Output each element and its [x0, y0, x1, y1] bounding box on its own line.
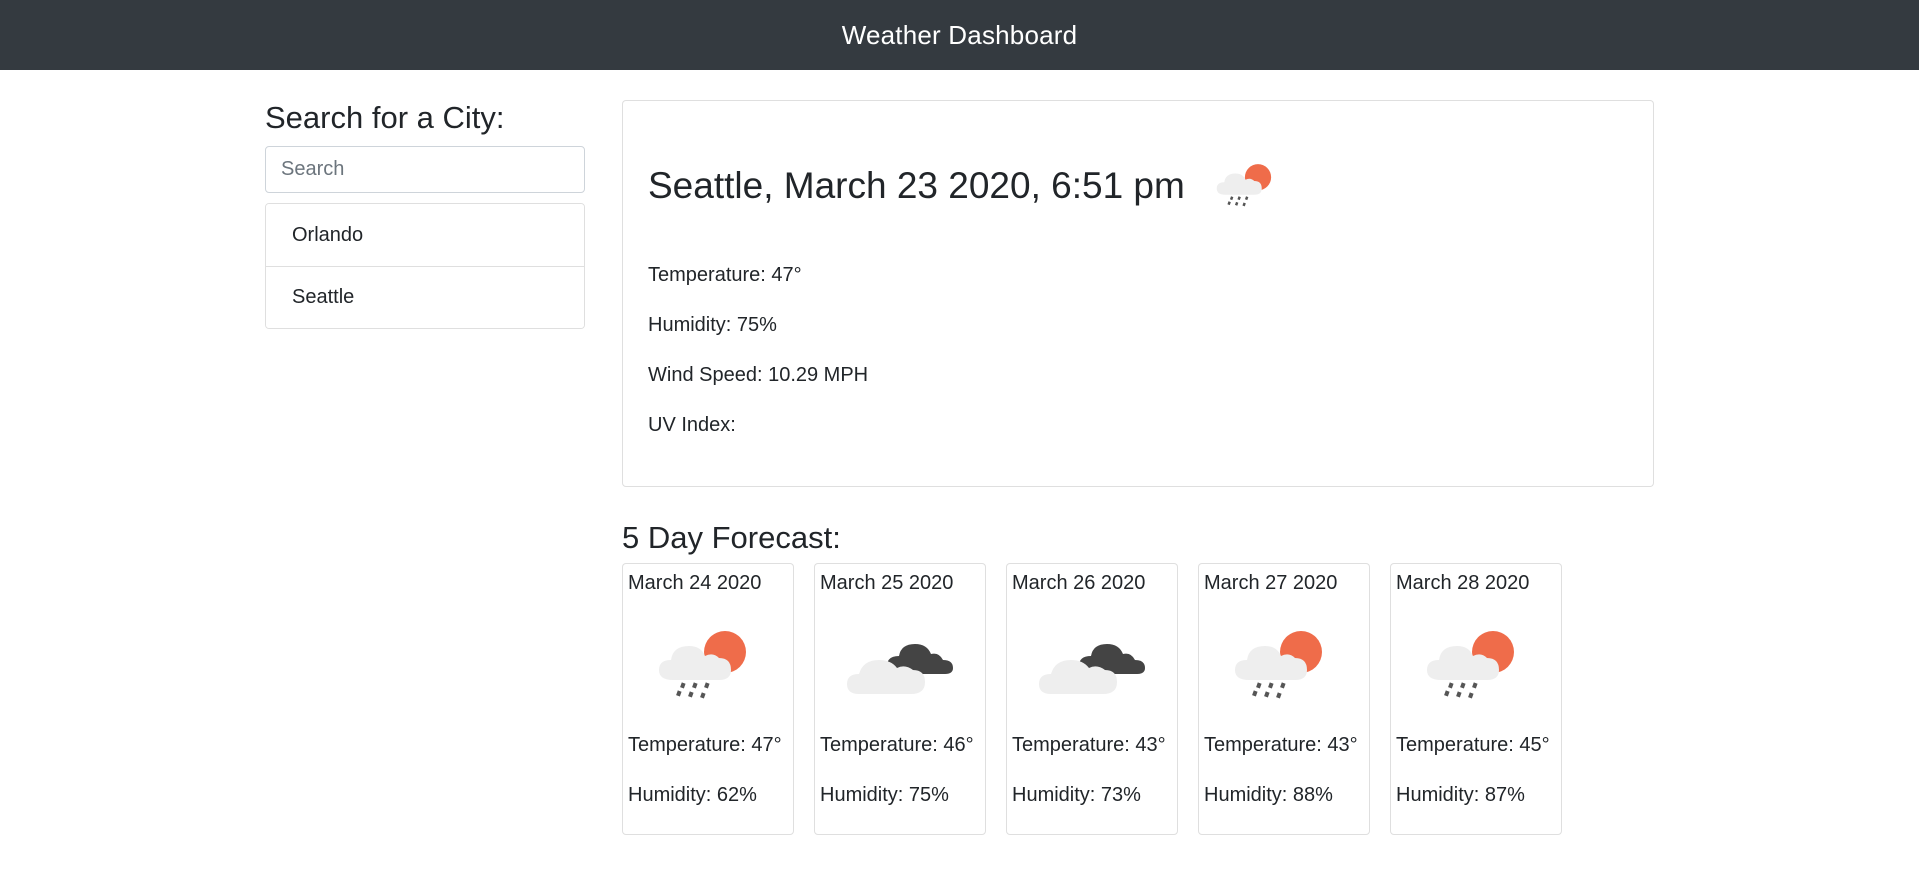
current-humidity: Humidity: 75%: [648, 314, 777, 336]
city-item-seattle[interactable]: Seattle: [266, 266, 584, 328]
current-title: Seattle, March 23 2020, 6:51 pm: [648, 165, 1185, 206]
navbar: Weather Dashboard: [0, 0, 1919, 70]
forecast-humidity: Humidity: 87%: [1396, 784, 1525, 806]
current-weather-card: Seattle, March 23 2020, 6:51 pm Temperat…: [622, 100, 1654, 487]
broken-clouds-icon: [1037, 628, 1149, 704]
forecast-temperature: Temperature: 45°: [1396, 734, 1550, 756]
search-input[interactable]: [265, 146, 585, 193]
forecast-humidity: Humidity: 75%: [820, 784, 949, 806]
city-list: Orlando Seattle: [265, 203, 585, 329]
forecast-card: March 25 2020 Temperature: 46° Humidity:…: [814, 563, 986, 835]
current-uv-index: UV Index:: [648, 414, 736, 436]
forecast-date: March 25 2020: [820, 572, 954, 594]
forecast-temperature: Temperature: 47°: [628, 734, 782, 756]
forecast-card: March 28 2020 Temperature: 45° Humidity:…: [1390, 563, 1562, 835]
current-wind-speed: Wind Speed: 10.29 MPH: [648, 364, 869, 386]
search-heading: Search for a City:: [265, 100, 505, 135]
rain-sun-icon: [1229, 628, 1341, 704]
forecast-temperature: Temperature: 46°: [820, 734, 974, 756]
forecast-humidity: Humidity: 73%: [1012, 784, 1141, 806]
forecast-date: March 28 2020: [1396, 572, 1530, 594]
forecast-heading: 5 Day Forecast:: [622, 520, 841, 555]
forecast-card: March 26 2020 Temperature: 43° Humidity:…: [1006, 563, 1178, 835]
rain-sun-icon: [1421, 628, 1533, 704]
rain-sun-icon: [653, 628, 765, 704]
forecast-humidity: Humidity: 62%: [628, 784, 757, 806]
broken-clouds-icon: [845, 628, 957, 704]
forecast-temperature: Temperature: 43°: [1012, 734, 1166, 756]
current-title-row: Seattle, March 23 2020, 6:51 pm: [648, 153, 1283, 219]
forecast-date: March 24 2020: [628, 572, 762, 594]
city-item-orlando[interactable]: Orlando: [266, 204, 584, 266]
rain-sun-icon: [1213, 153, 1283, 219]
forecast-temperature: Temperature: 43°: [1204, 734, 1358, 756]
app-title: Weather Dashboard: [841, 19, 1078, 50]
forecast-humidity: Humidity: 88%: [1204, 784, 1333, 806]
forecast-card: March 27 2020 Temperature: 43° Humidity:…: [1198, 563, 1370, 835]
forecast-card: March 24 2020 Temperature: 47° Humidity:…: [622, 563, 794, 835]
forecast-date: March 26 2020: [1012, 572, 1146, 594]
current-temperature: Temperature: 47°: [648, 264, 802, 286]
forecast-date: March 27 2020: [1204, 572, 1338, 594]
